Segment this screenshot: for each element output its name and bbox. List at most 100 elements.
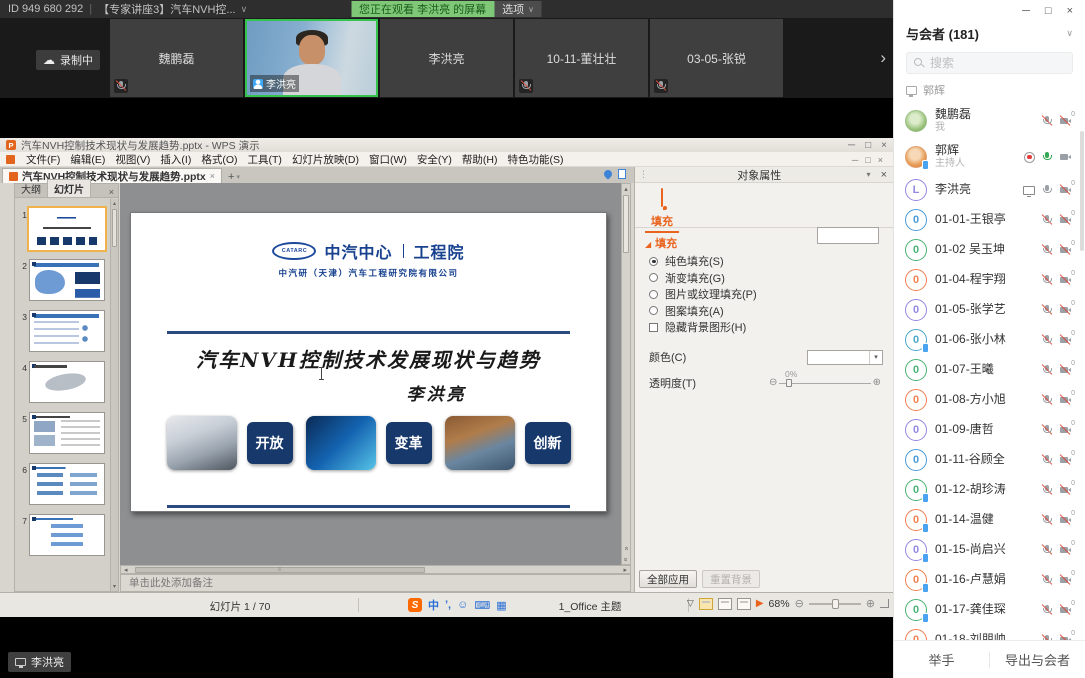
- minus-icon[interactable]: ⊖: [769, 377, 777, 388]
- menu-item[interactable]: 安全(Y): [412, 152, 457, 167]
- fill-option[interactable]: 纯色填充(S): [649, 253, 757, 270]
- search-box[interactable]: [906, 52, 1073, 74]
- video-tile[interactable]: 魏鹏磊 魏鹏磊: [110, 19, 243, 97]
- participant-row[interactable]: 0 01-18-刘朋帅 0: [894, 625, 1085, 640]
- new-tab-button[interactable]: +▾: [228, 171, 240, 183]
- video-tile[interactable]: 10-11-董壮壮 10-11-董壮壮: [515, 19, 648, 97]
- menu-item[interactable]: 格式(O): [196, 152, 242, 167]
- slide-thumbnail[interactable]: 1: [18, 208, 109, 250]
- participant-row[interactable]: 0 01-04-程宇翔 0: [894, 265, 1085, 295]
- slide-thumbnail[interactable]: 4: [18, 361, 109, 403]
- vertical-scrollbar[interactable]: ▴ « «: [621, 183, 631, 565]
- tab-outline[interactable]: 大纲: [15, 180, 47, 197]
- participant-row[interactable]: 0 01-08-方小旭 0: [894, 385, 1085, 415]
- scroll-thumb[interactable]: ≡: [135, 567, 425, 573]
- participant-row[interactable]: L 李洪亮 0: [894, 175, 1085, 205]
- zoom-level[interactable]: 68%: [769, 598, 790, 610]
- zoom-slider[interactable]: [809, 603, 861, 605]
- participant-row[interactable]: 0 01-12-胡珍涛 0: [894, 475, 1085, 505]
- collapse-icon[interactable]: ∨: [1066, 28, 1073, 39]
- fill-option[interactable]: 渐变填充(G): [649, 270, 757, 287]
- previous-slide-icon[interactable]: «: [622, 545, 630, 552]
- participant-row[interactable]: 郭辉 主持人 0: [894, 139, 1085, 175]
- normal-view-icon[interactable]: [699, 598, 713, 610]
- scroll-thumb[interactable]: [112, 209, 117, 247]
- zoom-in-icon[interactable]: ⊕: [866, 597, 875, 610]
- zoom-slider-thumb[interactable]: [832, 599, 839, 609]
- color-dropdown[interactable]: ▾: [807, 350, 883, 365]
- scroll-up-icon[interactable]: ▴: [111, 200, 118, 207]
- participant-row[interactable]: 0 01-09-唐哲 0: [894, 415, 1085, 445]
- participant-row[interactable]: 0 01-14-温健 0: [894, 505, 1085, 535]
- horizontal-scrollbar[interactable]: ◂ ≡ ▸: [120, 565, 631, 574]
- participant-row[interactable]: 0 01-07-王曦 0: [894, 355, 1085, 385]
- video-tile[interactable]: 李洪亮 李洪亮: [380, 19, 513, 97]
- ime-emoji-icon[interactable]: ☺: [457, 599, 468, 611]
- close-icon[interactable]: ×: [881, 140, 887, 151]
- slide-canvas[interactable]: CATARC 中汽中心 工程院 中汽研（天津）汽车工程研究院有限公司 汽车NVH…: [130, 212, 607, 512]
- menu-item[interactable]: 文件(F): [21, 152, 65, 167]
- filter-icon[interactable]: ▽: [687, 598, 694, 609]
- slide-thumbnail[interactable]: 7: [18, 514, 109, 556]
- slide-thumbnail[interactable]: 6: [18, 463, 109, 505]
- close-icon[interactable]: ×: [1067, 5, 1073, 17]
- slide-sorter-view-icon[interactable]: [718, 598, 732, 610]
- menu-item[interactable]: 视图(V): [110, 152, 155, 167]
- scroll-up-icon[interactable]: ▴: [622, 185, 630, 193]
- ime-keyboard-icon[interactable]: ⌨: [474, 599, 490, 612]
- ime-toolbox-icon[interactable]: ▦: [496, 599, 506, 612]
- ink-droplet-icon[interactable]: [602, 168, 613, 179]
- pane-close-icon[interactable]: ×: [105, 187, 118, 197]
- menu-item[interactable]: 窗口(W): [364, 152, 412, 167]
- slideshow-icon[interactable]: ▶: [756, 598, 764, 609]
- strip-next-icon[interactable]: ›: [880, 48, 886, 68]
- ime-chinese-icon[interactable]: 中: [428, 597, 439, 613]
- slide-thumbnail[interactable]: 5: [18, 412, 109, 454]
- reading-view-icon[interactable]: [737, 598, 751, 610]
- scroll-right-icon[interactable]: ▸: [620, 566, 630, 574]
- zoom-out-icon[interactable]: ⊖: [795, 597, 804, 610]
- participant-row[interactable]: 0 01-11-谷顾全 0: [894, 445, 1085, 475]
- participant-row[interactable]: 0 01-01-王银亭 0: [894, 205, 1085, 235]
- participant-row[interactable]: 0 01-06-张小林 0: [894, 325, 1085, 355]
- participant-row[interactable]: 0 01-15-尚启兴 0: [894, 535, 1085, 565]
- presenter-row[interactable]: 郭辉: [906, 82, 1073, 98]
- pane-scrollbar[interactable]: ▴ ▾: [110, 199, 118, 591]
- sidebar-scrollbar[interactable]: [1080, 131, 1084, 251]
- search-input[interactable]: [930, 56, 1060, 70]
- fit-window-icon[interactable]: [880, 599, 889, 608]
- plus-icon[interactable]: ⊕: [873, 377, 881, 388]
- menu-item[interactable]: 帮助(H): [457, 152, 503, 167]
- menu-item[interactable]: 工具(T): [243, 152, 287, 167]
- menu-item[interactable]: 特色功能(S): [503, 152, 569, 167]
- minimize-icon[interactable]: ─: [848, 140, 855, 151]
- participant-row[interactable]: 0 01-02 吴玉坤 0: [894, 235, 1085, 265]
- doc-restore-icon[interactable]: □: [865, 155, 870, 165]
- next-slide-icon[interactable]: «: [622, 556, 630, 563]
- video-tile[interactable]: 李洪亮 李洪亮: [245, 19, 378, 97]
- chevron-down-icon[interactable]: ∨: [241, 4, 248, 15]
- notes-placeholder[interactable]: 单击此处添加备注: [120, 574, 631, 592]
- slide-thumbnail[interactable]: 3: [18, 310, 109, 352]
- participant-row[interactable]: 魏鹏磊 我 0: [894, 103, 1085, 139]
- transparency-slider[interactable]: ⊖ 0% ⊕: [769, 376, 881, 390]
- participant-row[interactable]: 0 01-16-卢慧娟 0: [894, 565, 1085, 595]
- participant-row[interactable]: 0 01-17-龚佳琛 0: [894, 595, 1085, 625]
- ime-toolbar[interactable]: S 中 ’, ☺ ⌨ ▦: [408, 597, 507, 613]
- apply-all-button[interactable]: 全部应用: [639, 570, 697, 588]
- page-layout-icon[interactable]: [618, 169, 626, 179]
- panel-close-icon[interactable]: ×: [875, 169, 893, 181]
- ime-punct-icon[interactable]: ’,: [445, 599, 451, 611]
- participant-row[interactable]: 0 01-05-张学艺 0: [894, 295, 1085, 325]
- menu-item[interactable]: 插入(I): [155, 152, 196, 167]
- scroll-down-icon[interactable]: ▾: [111, 583, 118, 590]
- slider-thumb[interactable]: [786, 379, 792, 387]
- raise-hand-button[interactable]: 举手: [894, 650, 989, 669]
- menu-item[interactable]: 编辑(E): [65, 152, 110, 167]
- sogou-input-icon[interactable]: S: [408, 598, 422, 612]
- fill-swatch[interactable]: [817, 227, 879, 244]
- tab-close-icon[interactable]: ×: [210, 171, 215, 181]
- tab-slides[interactable]: 幻灯片: [47, 179, 91, 197]
- dropdown-icon[interactable]: ▾: [867, 170, 871, 179]
- doc-minimize-icon[interactable]: ─: [852, 155, 858, 165]
